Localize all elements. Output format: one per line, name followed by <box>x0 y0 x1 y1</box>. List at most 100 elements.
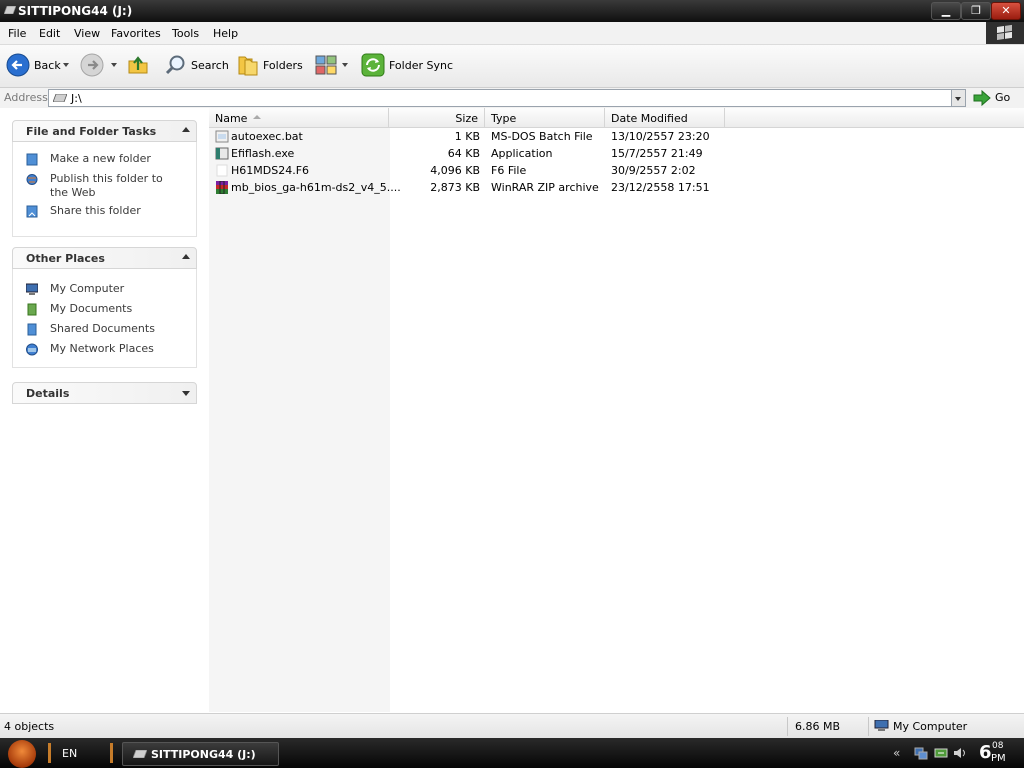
details-header[interactable]: Details <box>12 382 197 404</box>
file-date-modified: 23/12/2558 17:51 <box>611 181 710 194</box>
folders-button[interactable]: Folders <box>236 51 303 79</box>
batch-file-icon <box>215 130 229 143</box>
address-text: J:\ <box>71 92 82 105</box>
collapse-chevron-icon[interactable] <box>182 254 190 259</box>
file-type: Application <box>491 147 553 160</box>
window-title: SITTIPONG44 (J:) <box>18 4 133 18</box>
file-row[interactable]: Efiflash.exe 64 KB Application 15/7/2557… <box>209 145 729 162</box>
network-tray-icon[interactable] <box>914 746 928 760</box>
other-places-header[interactable]: Other Places <box>12 247 197 269</box>
menu-file[interactable]: File <box>8 27 26 40</box>
sort-ascending-icon <box>253 115 261 119</box>
back-dropdown-icon[interactable] <box>63 63 69 67</box>
task-pane: File and Folder Tasks Make a new folder … <box>0 108 209 712</box>
taskbar-separator <box>48 743 51 763</box>
collapse-chevron-icon[interactable] <box>182 127 190 132</box>
menu-view[interactable]: View <box>74 27 100 40</box>
file-folder-tasks-header[interactable]: File and Folder Tasks <box>12 120 197 142</box>
column-header-type[interactable]: Type <box>485 108 605 127</box>
menu-tools[interactable]: Tools <box>172 27 199 40</box>
status-divider <box>868 717 869 736</box>
generic-file-icon <box>216 164 228 177</box>
status-total-size: 6.86 MB <box>795 720 841 733</box>
views-dropdown-icon[interactable] <box>342 63 348 67</box>
file-date-modified: 15/7/2557 21:49 <box>611 147 703 160</box>
title-bar: SITTIPONG44 (J:) ▁ ❐ ✕ <box>0 0 1024 22</box>
menu-favorites[interactable]: Favorites <box>111 27 161 40</box>
my-computer-icon <box>26 283 38 295</box>
views-button[interactable] <box>314 51 350 79</box>
menu-help[interactable]: Help <box>213 27 238 40</box>
file-type: F6 File <box>491 164 527 177</box>
search-icon <box>165 55 185 75</box>
folders-icon <box>238 56 258 76</box>
shared-documents-icon <box>27 323 37 336</box>
windows-logo-icon <box>986 22 1024 44</box>
column-header-size[interactable]: Size <box>389 108 485 127</box>
back-button[interactable]: Back <box>6 51 72 79</box>
other-places-panel: Other Places My Computer My Documents Sh… <box>12 247 197 368</box>
close-button[interactable]: ✕ <box>991 2 1021 20</box>
publish-web-icon <box>26 174 38 185</box>
details-panel: Details <box>12 382 197 404</box>
drive-icon <box>4 6 16 14</box>
start-button[interactable] <box>8 740 36 768</box>
menu-edit[interactable]: Edit <box>39 27 60 40</box>
forward-arrow-icon <box>80 53 104 77</box>
clock-hour[interactable]: 6 <box>979 742 992 763</box>
sync-tray-icon[interactable] <box>934 746 948 760</box>
file-list: Name Size Type Date Modified autoexec.ba… <box>209 108 1024 712</box>
status-divider <box>787 717 788 736</box>
drive-icon <box>53 94 67 102</box>
file-name: Efiflash.exe <box>231 147 295 160</box>
address-label: Address <box>4 91 48 104</box>
file-folder-tasks-panel: File and Folder Tasks Make a new folder … <box>12 120 197 237</box>
file-size: 2,873 KB <box>430 181 480 194</box>
column-header-name[interactable]: Name <box>209 108 389 127</box>
status-object-count: 4 objects <box>4 720 55 733</box>
new-folder-icon <box>26 153 38 166</box>
clock-minute: 08 <box>992 741 1004 751</box>
file-size: 4,096 KB <box>430 164 480 177</box>
file-row[interactable]: mb_bios_ga-h61m-ds2_v4_5.... 2,873 KB Wi… <box>209 179 729 196</box>
status-location: My Computer <box>893 720 968 733</box>
file-type: MS-DOS Batch File <box>491 130 593 143</box>
file-name: H61MDS24.F6 <box>231 164 310 177</box>
drive-icon <box>133 750 147 758</box>
file-row[interactable]: autoexec.bat 1 KB MS-DOS Batch File 13/1… <box>209 128 729 145</box>
minimize-button[interactable]: ▁ <box>931 2 961 20</box>
volume-tray-icon[interactable] <box>953 746 967 760</box>
toolbar: Back Search Folders Folder Sync <box>0 45 1024 88</box>
my-computer-icon <box>874 720 889 731</box>
show-hidden-icons-chevron-icon[interactable]: « <box>893 746 900 760</box>
my-documents-icon <box>27 303 37 316</box>
file-date-modified: 13/10/2557 23:20 <box>611 130 710 143</box>
file-row[interactable]: H61MDS24.F6 4,096 KB F6 File 30/9/2557 2… <box>209 162 729 179</box>
file-name: autoexec.bat <box>231 130 303 143</box>
clock-ampm: PM <box>991 753 1006 764</box>
file-type: WinRAR ZIP archive <box>491 181 599 194</box>
forward-button[interactable] <box>80 51 120 79</box>
go-button[interactable]: Go <box>971 89 1021 107</box>
language-indicator[interactable]: EN <box>62 747 77 760</box>
up-folder-icon <box>128 56 148 74</box>
address-input[interactable]: J:\ <box>48 89 952 107</box>
back-arrow-icon <box>6 53 30 77</box>
expand-chevron-icon[interactable] <box>182 391 190 396</box>
go-arrow-icon <box>973 89 991 107</box>
application-icon <box>215 147 229 160</box>
address-bar: Address J:\ Go <box>0 88 1024 109</box>
winrar-archive-icon <box>216 181 228 194</box>
forward-dropdown-icon[interactable] <box>111 63 117 67</box>
up-folder-button[interactable] <box>126 51 152 79</box>
maximize-button[interactable]: ❐ <box>961 2 991 20</box>
taskbar-window-button[interactable]: SITTIPONG44 (J:) <box>122 742 279 766</box>
address-dropdown-button[interactable] <box>951 89 966 107</box>
file-size: 64 KB <box>447 147 480 160</box>
column-header-date-modified[interactable]: Date Modified <box>605 108 725 127</box>
folder-sync-button[interactable]: Folder Sync <box>361 51 453 79</box>
file-size: 1 KB <box>454 130 480 143</box>
search-button[interactable]: Search <box>164 51 230 79</box>
share-folder-icon <box>26 205 38 218</box>
status-bar: 4 objects 6.86 MB My Computer <box>0 713 1024 739</box>
